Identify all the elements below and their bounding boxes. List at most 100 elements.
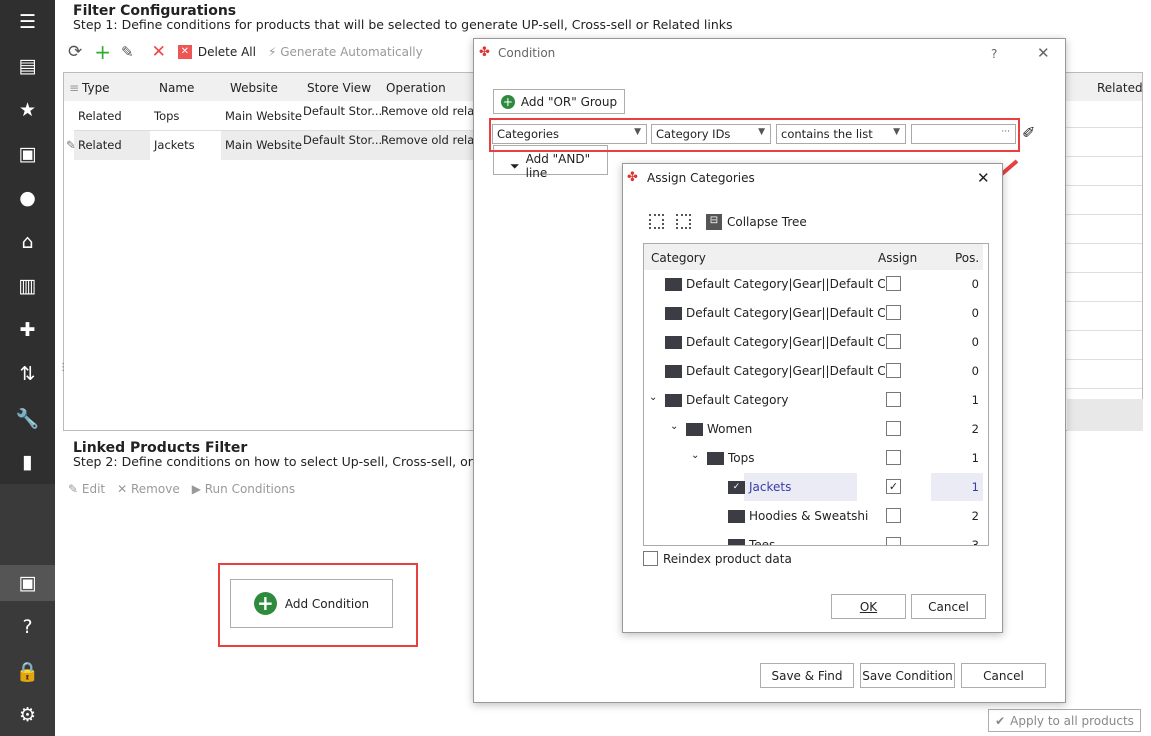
sidebar: ☰ ▤ ★ ▣ ● ⌂ ▥ ✚ ⇅ 🔧 ▮ ▣ ? 🔒 ⚙: [0, 0, 55, 736]
refresh-icon[interactable]: ⟳: [68, 42, 82, 62]
wrench-icon[interactable]: 🔧: [0, 400, 55, 436]
assign-checkbox[interactable]: ✓: [886, 479, 901, 494]
assign-checkbox[interactable]: [886, 421, 901, 436]
apply-to-all-button[interactable]: ✔ Apply to all products: [988, 709, 1141, 732]
position-value: 2: [971, 422, 979, 436]
folder-check-icon: ✓: [728, 481, 745, 494]
position-value: 0: [971, 277, 979, 291]
dialog-title: Assign Categories: [647, 171, 755, 185]
save-find-button[interactable]: Save & Find: [760, 663, 854, 688]
help-icon[interactable]: ?: [0, 609, 55, 645]
position-value: 3: [971, 538, 979, 546]
transfer-icon[interactable]: ⇅: [0, 356, 55, 392]
remove-button[interactable]: ✕ Remove: [117, 482, 180, 496]
star-icon[interactable]: ★: [0, 92, 55, 128]
save-condition-button[interactable]: Save Condition: [860, 663, 955, 688]
tree-row[interactable]: Default Category|Gear||Default C0: [644, 328, 987, 357]
assign-checkbox[interactable]: [886, 363, 901, 378]
app-logo-icon: ✤: [627, 170, 638, 185]
add-condition-button[interactable]: + Add Condition: [230, 579, 393, 628]
delete-icon[interactable]: ✕: [152, 42, 166, 62]
assign-checkbox[interactable]: [886, 276, 901, 291]
gear-icon[interactable]: ⚙: [0, 697, 55, 733]
select-all-icon[interactable]: [649, 214, 664, 229]
attribute-select[interactable]: Category IDs ▼: [651, 124, 771, 144]
folder-icon: [728, 510, 745, 523]
close-icon[interactable]: ✕: [977, 169, 990, 187]
folder-icon: [665, 278, 682, 291]
folder-icon: [665, 336, 682, 349]
tree-row[interactable]: ⌄ Women 2: [644, 415, 987, 444]
store-icon[interactable]: ▤: [0, 48, 55, 84]
chevron-down-icon[interactable]: ⌄: [691, 450, 699, 461]
column-header-website[interactable]: Website: [230, 81, 278, 95]
tree-row[interactable]: Default Category|Gear||Default C0: [644, 299, 987, 328]
assign-checkbox[interactable]: [886, 334, 901, 349]
column-header-store-view[interactable]: Store View: [307, 81, 371, 95]
table-row[interactable]: Related Tops Main Website Default Stor..…: [74, 102, 493, 131]
basket-icon[interactable]: ⌂: [0, 224, 55, 260]
filter-add-icon: ⏷: [510, 158, 520, 173]
tree-row[interactable]: ✓ Jackets ✓ 1: [644, 473, 987, 502]
inbox-icon[interactable]: ▣: [0, 136, 55, 172]
position-value: 0: [971, 364, 979, 378]
check-icon: ✔: [995, 713, 1006, 728]
edit-button[interactable]: ✎ Edit: [68, 482, 105, 496]
reindex-label: Reindex product data: [663, 552, 792, 566]
lock-icon[interactable]: 🔒: [0, 653, 55, 689]
column-header-name[interactable]: Name: [159, 81, 194, 95]
assign-checkbox[interactable]: [886, 392, 901, 407]
chevron-down-icon[interactable]: ⌄: [670, 421, 678, 432]
tree-row[interactable]: Tees 3: [644, 531, 987, 546]
tree-row[interactable]: ⌄ Tops 1: [644, 444, 987, 473]
menu-icon[interactable]: ☰: [0, 4, 55, 40]
folder-icon: [728, 539, 745, 545]
tree-row[interactable]: ⌄ Default Category 1: [644, 386, 987, 415]
close-icon[interactable]: ✕: [1037, 44, 1050, 62]
assign-categories-dialog: ✤ Assign Categories ✕ ⊟ Collapse Tree Ca…: [622, 163, 1003, 633]
column-header-related[interactable]: Related: [1097, 81, 1143, 95]
assign-checkbox[interactable]: [886, 450, 901, 465]
splitter-handle[interactable]: ⋮: [58, 362, 68, 373]
collapse-tree-button[interactable]: Collapse Tree: [727, 215, 807, 229]
add-or-group-button[interactable]: + Add "OR" Group: [493, 89, 625, 114]
folder-icon: [707, 452, 724, 465]
assign-checkbox[interactable]: [886, 305, 901, 320]
category-tree: Category Assign Pos. Default Category|Ge…: [643, 243, 989, 546]
cancel-button[interactable]: Cancel: [961, 663, 1046, 688]
step-2-text: Step 2: Define conditions on how to sele…: [73, 454, 509, 469]
operator-select[interactable]: contains the list ▼: [776, 124, 906, 144]
delete-all-button[interactable]: ✕ Delete All: [177, 45, 256, 59]
ellipsis-button[interactable]: ···: [1001, 127, 1010, 137]
puzzle-icon[interactable]: ✚: [0, 312, 55, 348]
value-input[interactable]: ···: [911, 124, 1016, 144]
chevron-down-icon[interactable]: ⌄: [649, 392, 657, 403]
edit-icon[interactable]: ✎: [121, 43, 134, 61]
deselect-all-icon[interactable]: [676, 214, 691, 229]
table-row[interactable]: ✎ Related Jackets Main Website Default S…: [66, 131, 493, 160]
field-select[interactable]: Categories ▼: [492, 124, 647, 144]
position-value: 0: [971, 335, 979, 349]
column-header-operation[interactable]: Operation: [386, 81, 446, 95]
cancel-button[interactable]: Cancel: [911, 594, 986, 619]
film-icon[interactable]: ▮: [0, 444, 55, 480]
run-conditions-button[interactable]: ▶ Run Conditions: [192, 482, 295, 496]
assign-checkbox[interactable]: [886, 537, 901, 545]
tree-row[interactable]: Hoodies & Sweatshi 2: [644, 502, 987, 531]
position-value: 0: [971, 306, 979, 320]
inbox-icon[interactable]: ▣: [0, 565, 55, 601]
user-icon[interactable]: ●: [0, 180, 55, 216]
reindex-checkbox[interactable]: [643, 551, 658, 566]
tree-row[interactable]: Default Category|Gear||Default C0: [644, 270, 987, 299]
tree-row[interactable]: Default Category|Gear||Default C0: [644, 357, 987, 386]
generate-automatically-button[interactable]: ⚡ Generate Automatically: [268, 45, 423, 59]
help-button[interactable]: ?: [991, 47, 997, 61]
eraser-icon[interactable]: ✐: [1022, 123, 1035, 142]
column-header-type[interactable]: Type: [82, 81, 110, 95]
delete-all-icon: ✕: [177, 45, 192, 59]
chart-icon[interactable]: ▥: [0, 268, 55, 304]
position-value: 2: [971, 509, 979, 523]
add-icon[interactable]: +: [94, 40, 111, 64]
assign-checkbox[interactable]: [886, 508, 901, 523]
ok-button[interactable]: OK: [831, 594, 906, 619]
